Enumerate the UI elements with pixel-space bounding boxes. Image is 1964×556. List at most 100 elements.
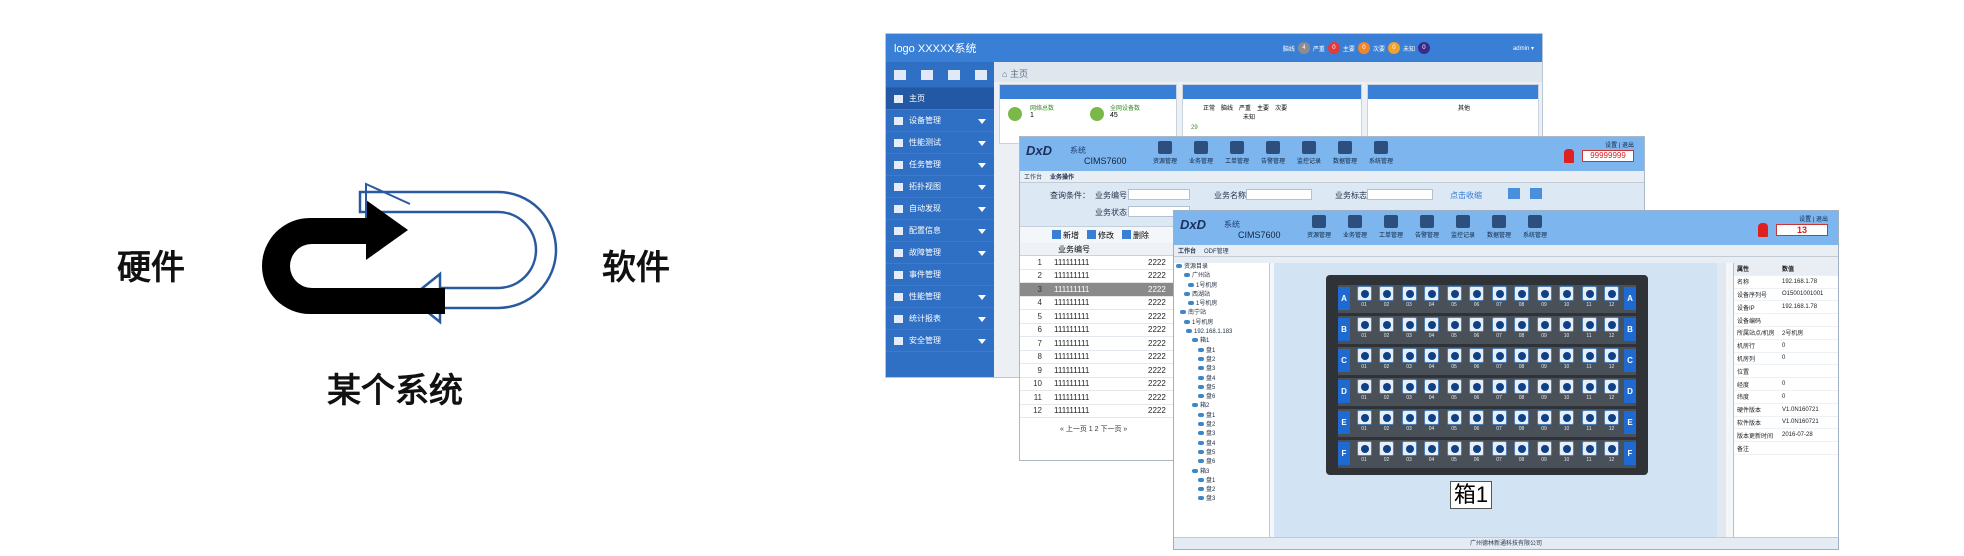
settings-logout[interactable]: 设置 | 退出 xyxy=(1799,214,1828,223)
fiber-port[interactable]: 04 xyxy=(1422,317,1442,339)
toolbar-resource[interactable]: 资源管理 xyxy=(1148,141,1182,165)
fiber-port[interactable]: 12 xyxy=(1602,410,1622,432)
fiber-port[interactable]: 06 xyxy=(1467,410,1487,432)
fiber-port[interactable]: 08 xyxy=(1512,317,1532,339)
status-badge[interactable]: 0 xyxy=(1357,42,1370,54)
fiber-port[interactable]: 10 xyxy=(1557,379,1577,401)
tree-node[interactable]: 盘4 xyxy=(1174,375,1269,384)
status-badge[interactable]: 4 xyxy=(1297,42,1310,54)
fiber-port[interactable]: 10 xyxy=(1557,348,1577,370)
fiber-port[interactable]: 02 xyxy=(1377,441,1397,463)
service-no-input[interactable] xyxy=(1128,189,1190,200)
status-badge[interactable]: 0 xyxy=(1417,42,1430,54)
tree-node[interactable]: 盘5 xyxy=(1174,449,1269,458)
fiber-port[interactable]: 11 xyxy=(1579,286,1599,308)
fiber-port[interactable]: 09 xyxy=(1534,379,1554,401)
fiber-port[interactable]: 03 xyxy=(1399,410,1419,432)
toolbar-resource[interactable]: 资源管理 xyxy=(1302,215,1336,239)
fiber-port[interactable]: 08 xyxy=(1512,441,1532,463)
fiber-port[interactable]: 12 xyxy=(1602,441,1622,463)
tree-node[interactable]: 192.168.1.183 xyxy=(1174,328,1269,337)
service-name-input[interactable] xyxy=(1246,189,1312,200)
sidebar-item-performance[interactable]: 性能管理 xyxy=(886,286,994,308)
fiber-port[interactable]: 01 xyxy=(1354,379,1374,401)
fiber-port[interactable]: 05 xyxy=(1444,441,1464,463)
toolbar-system[interactable]: 系统管理 xyxy=(1518,215,1552,239)
column-header[interactable]: 业务编号 xyxy=(1048,244,1148,255)
fiber-port[interactable]: 05 xyxy=(1444,317,1464,339)
tree-node[interactable]: 盘6 xyxy=(1174,458,1269,467)
tab-workbench[interactable]: 工作台 xyxy=(1024,172,1042,181)
bell-icon[interactable] xyxy=(1564,149,1574,163)
fiber-port[interactable]: 12 xyxy=(1602,317,1622,339)
search-icon[interactable] xyxy=(1508,188,1520,199)
alarm-icon[interactable] xyxy=(974,69,987,80)
fiber-port[interactable]: 11 xyxy=(1579,348,1599,370)
property-row[interactable]: 所属站点/机房 2号机房 xyxy=(1734,327,1838,340)
tree-node[interactable]: 盘2 xyxy=(1174,486,1269,495)
tab-service-operation[interactable]: 业务操作 xyxy=(1050,172,1074,181)
fiber-port[interactable]: 03 xyxy=(1399,379,1419,401)
fiber-port[interactable]: 03 xyxy=(1399,441,1419,463)
sidebar-item-discovery[interactable]: 自动发现 xyxy=(886,198,994,220)
toolbar-monitor[interactable]: 监控记录 xyxy=(1292,141,1326,165)
fiber-port[interactable]: 02 xyxy=(1377,348,1397,370)
toolbar-data[interactable]: 数据管理 xyxy=(1482,215,1516,239)
sidebar-item-topology[interactable]: 拓扑视图 xyxy=(886,176,994,198)
fiber-port[interactable]: 11 xyxy=(1579,410,1599,432)
fiber-port[interactable]: 09 xyxy=(1534,410,1554,432)
fiber-port[interactable]: 10 xyxy=(1557,317,1577,339)
toolbar-workorder[interactable]: 工单管理 xyxy=(1374,215,1408,239)
tree-node[interactable]: 西湖站 xyxy=(1174,291,1269,300)
fiber-port[interactable]: 01 xyxy=(1354,441,1374,463)
fiber-port[interactable]: 02 xyxy=(1377,286,1397,308)
fiber-port[interactable]: 02 xyxy=(1377,410,1397,432)
fiber-port[interactable]: 06 xyxy=(1467,348,1487,370)
fiber-port[interactable]: 08 xyxy=(1512,286,1532,308)
fiber-port[interactable]: 12 xyxy=(1602,379,1622,401)
fiber-port[interactable]: 03 xyxy=(1399,348,1419,370)
property-row[interactable]: 设备编码 xyxy=(1734,314,1838,327)
fiber-port[interactable]: 06 xyxy=(1467,441,1487,463)
fiber-port[interactable]: 04 xyxy=(1422,379,1442,401)
fiber-port[interactable]: 09 xyxy=(1534,286,1554,308)
tree-node[interactable]: 1号机房 xyxy=(1174,319,1269,328)
fiber-port[interactable]: 08 xyxy=(1512,379,1532,401)
fiber-port[interactable]: 09 xyxy=(1534,441,1554,463)
fiber-port[interactable]: 04 xyxy=(1422,348,1442,370)
fiber-port[interactable]: 08 xyxy=(1512,348,1532,370)
sidebar-item-device[interactable]: 设备管理 xyxy=(886,110,994,132)
toolbar-workorder[interactable]: 工单管理 xyxy=(1220,141,1254,165)
edit-button[interactable]: 修改 xyxy=(1087,229,1114,241)
fiber-port[interactable]: 04 xyxy=(1422,410,1442,432)
fiber-port[interactable]: 07 xyxy=(1489,348,1509,370)
toolbar-service[interactable]: 业务管理 xyxy=(1338,215,1372,239)
fiber-port[interactable]: 06 xyxy=(1467,317,1487,339)
property-row[interactable]: 版本更新时间 2016-07-28 xyxy=(1734,429,1838,443)
tree-node[interactable]: 盘3 xyxy=(1174,495,1269,504)
status-badge[interactable]: 0 xyxy=(1327,42,1340,54)
refresh-icon[interactable] xyxy=(1530,188,1542,199)
toolbar-system[interactable]: 系统管理 xyxy=(1364,141,1398,165)
tree-node[interactable]: 盘1 xyxy=(1174,347,1269,356)
property-row[interactable]: 软件版本 V1.0N160721 xyxy=(1734,417,1838,430)
sidebar-item-config[interactable]: 配置信息 xyxy=(886,220,994,242)
sidebar-item-event[interactable]: 事件管理 xyxy=(886,264,994,286)
tab-workbench[interactable]: 工作台 xyxy=(1178,246,1196,255)
fiber-port[interactable]: 05 xyxy=(1444,410,1464,432)
statistics-icon[interactable] xyxy=(947,69,960,80)
fiber-port[interactable]: 01 xyxy=(1354,317,1374,339)
fiber-port[interactable]: 11 xyxy=(1579,317,1599,339)
property-row[interactable]: 名称 192.168.1.78 xyxy=(1734,276,1838,289)
fiber-port[interactable]: 07 xyxy=(1489,317,1509,339)
fiber-port[interactable]: 06 xyxy=(1467,286,1487,308)
property-row[interactable]: 纬度 0 xyxy=(1734,391,1838,404)
fiber-port[interactable]: 09 xyxy=(1534,348,1554,370)
sidebar-item-task[interactable]: 任务管理 xyxy=(886,154,994,176)
sidebar-item-home[interactable]: 主页 xyxy=(886,88,994,110)
vertical-scrollbar[interactable] xyxy=(1717,263,1726,537)
fiber-port[interactable]: 11 xyxy=(1579,441,1599,463)
tree-node[interactable]: 盘4 xyxy=(1174,440,1269,449)
fiber-port[interactable]: 01 xyxy=(1354,348,1374,370)
fiber-port[interactable]: 06 xyxy=(1467,379,1487,401)
